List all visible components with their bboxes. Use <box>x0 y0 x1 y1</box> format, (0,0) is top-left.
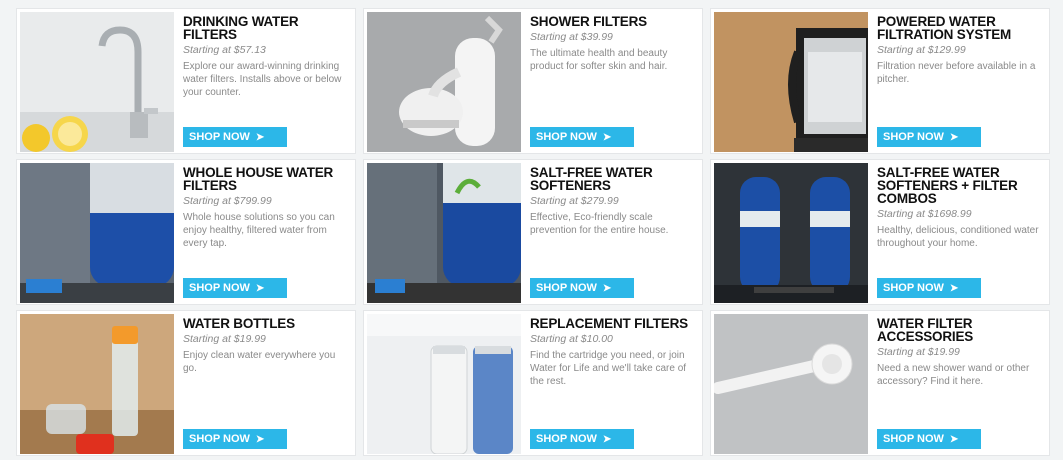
product-info: Salt-Free Water Softeners + Filter Combo… <box>877 166 1043 298</box>
product-card-water-bottles[interactable]: Water Bottles Starting at $19.99 Enjoy c… <box>16 310 356 456</box>
product-description: Find the cartridge you need, or join Wat… <box>530 350 687 387</box>
water-softener-image[interactable] <box>367 163 521 303</box>
product-title[interactable]: Drinking Water Filters <box>183 15 349 42</box>
product-title[interactable]: Water Bottles <box>183 317 349 331</box>
product-card-powered-water-filtration[interactable]: Powered Water Filtration System Starting… <box>710 8 1050 154</box>
product-title[interactable]: Powered Water Filtration System <box>877 15 1043 42</box>
shop-now-label: SHOP NOW <box>189 131 250 143</box>
product-info: Water Bottles Starting at $19.99 Enjoy c… <box>183 317 349 449</box>
shop-now-label: SHOP NOW <box>189 433 250 445</box>
product-price: Starting at $39.99 <box>530 31 613 43</box>
drinking-water-faucet-image[interactable] <box>20 12 174 152</box>
shop-now-label: SHOP NOW <box>883 131 944 143</box>
product-card-salt-free-water-softeners[interactable]: Salt-Free Water Softeners Starting at $2… <box>363 159 703 305</box>
product-card-water-filter-accessories[interactable]: Water Filter Accessories Starting at $19… <box>710 310 1050 456</box>
product-info: Water Filter Accessories Starting at $19… <box>877 317 1043 449</box>
shop-now-button[interactable]: SHOP NOW ➤ <box>183 278 287 298</box>
product-description: The ultimate health and beauty product f… <box>530 48 668 72</box>
replacement-cartridges-image[interactable] <box>367 314 521 454</box>
product-title[interactable]: Shower Filters <box>530 15 696 29</box>
product-info: Whole House Water Filters Starting at $7… <box>183 166 349 298</box>
shop-now-button[interactable]: SHOP NOW ➤ <box>530 127 634 147</box>
shop-now-button[interactable]: SHOP NOW ➤ <box>530 278 634 298</box>
product-title[interactable]: Replacement Filters <box>530 317 696 331</box>
product-title[interactable]: Water Filter Accessories <box>877 317 1043 344</box>
product-card-replacement-filters[interactable]: Replacement Filters Starting at $10.00 F… <box>363 310 703 456</box>
arrow-icon: ➤ <box>602 131 612 143</box>
product-card-softener-filter-combos[interactable]: Salt-Free Water Softeners + Filter Combo… <box>710 159 1050 305</box>
shower-wand-image[interactable] <box>714 314 868 454</box>
product-price: Starting at $19.99 <box>877 346 960 358</box>
shop-now-button[interactable]: SHOP NOW ➤ <box>530 429 634 449</box>
product-description: Filtration never before available in a p… <box>877 61 1036 85</box>
product-price: Starting at $1698.99 <box>877 208 972 220</box>
arrow-icon: ➤ <box>255 282 265 294</box>
shower-filter-image[interactable] <box>367 12 521 152</box>
product-card-drinking-water-filters[interactable]: Drinking Water Filters Starting at $57.1… <box>16 8 356 154</box>
product-title[interactable]: Whole House Water Filters <box>183 166 349 193</box>
shop-now-button[interactable]: SHOP NOW ➤ <box>183 127 287 147</box>
product-grid: Drinking Water Filters Starting at $57.1… <box>16 8 1056 456</box>
shop-now-label: SHOP NOW <box>883 433 944 445</box>
product-price: Starting at $799.99 <box>183 195 272 207</box>
arrow-icon: ➤ <box>949 131 959 143</box>
product-description: Explore our award-winning drinking water… <box>183 61 342 98</box>
arrow-icon: ➤ <box>602 282 612 294</box>
shop-now-button[interactable]: SHOP NOW ➤ <box>877 429 981 449</box>
water-bottles-image[interactable] <box>20 314 174 454</box>
product-description: Healthy, delicious, conditioned water th… <box>877 225 1039 249</box>
product-card-shower-filters[interactable]: Shower Filters Starting at $39.99 The ul… <box>363 8 703 154</box>
product-price: Starting at $279.99 <box>530 195 619 207</box>
product-description: Enjoy clean water everywhere you go. <box>183 350 336 374</box>
arrow-icon: ➤ <box>602 433 612 445</box>
shop-now-label: SHOP NOW <box>536 433 597 445</box>
shop-now-button[interactable]: SHOP NOW ➤ <box>877 278 981 298</box>
arrow-icon: ➤ <box>255 433 265 445</box>
product-info: Replacement Filters Starting at $10.00 F… <box>530 317 696 449</box>
product-title[interactable]: Salt-Free Water Softeners <box>530 166 696 193</box>
product-info: Shower Filters Starting at $39.99 The ul… <box>530 15 696 147</box>
shop-now-button[interactable]: SHOP NOW ➤ <box>183 429 287 449</box>
arrow-icon: ➤ <box>949 433 959 445</box>
shop-now-label: SHOP NOW <box>536 282 597 294</box>
shop-now-label: SHOP NOW <box>883 282 944 294</box>
arrow-icon: ➤ <box>255 131 265 143</box>
product-info: Drinking Water Filters Starting at $57.1… <box>183 15 349 147</box>
product-price: Starting at $57.13 <box>183 44 266 56</box>
shop-now-label: SHOP NOW <box>189 282 250 294</box>
product-price: Starting at $19.99 <box>183 333 266 345</box>
arrow-icon: ➤ <box>949 282 959 294</box>
product-info: Powered Water Filtration System Starting… <box>877 15 1043 147</box>
product-description: Whole house solutions so you can enjoy h… <box>183 212 335 249</box>
softener-combo-image[interactable] <box>714 163 868 303</box>
whole-house-filter-image[interactable] <box>20 163 174 303</box>
pitcher-image[interactable] <box>714 12 868 152</box>
product-price: Starting at $10.00 <box>530 333 613 345</box>
product-title[interactable]: Salt-Free Water Softeners + Filter Combo… <box>877 166 1043 206</box>
product-card-whole-house-water-filters[interactable]: Whole House Water Filters Starting at $7… <box>16 159 356 305</box>
product-info: Salt-Free Water Softeners Starting at $2… <box>530 166 696 298</box>
product-description: Need a new shower wand or other accessor… <box>877 363 1030 387</box>
product-description: Effective, Eco-friendly scale prevention… <box>530 212 669 236</box>
product-price: Starting at $129.99 <box>877 44 966 56</box>
shop-now-label: SHOP NOW <box>536 131 597 143</box>
shop-now-button[interactable]: SHOP NOW ➤ <box>877 127 981 147</box>
